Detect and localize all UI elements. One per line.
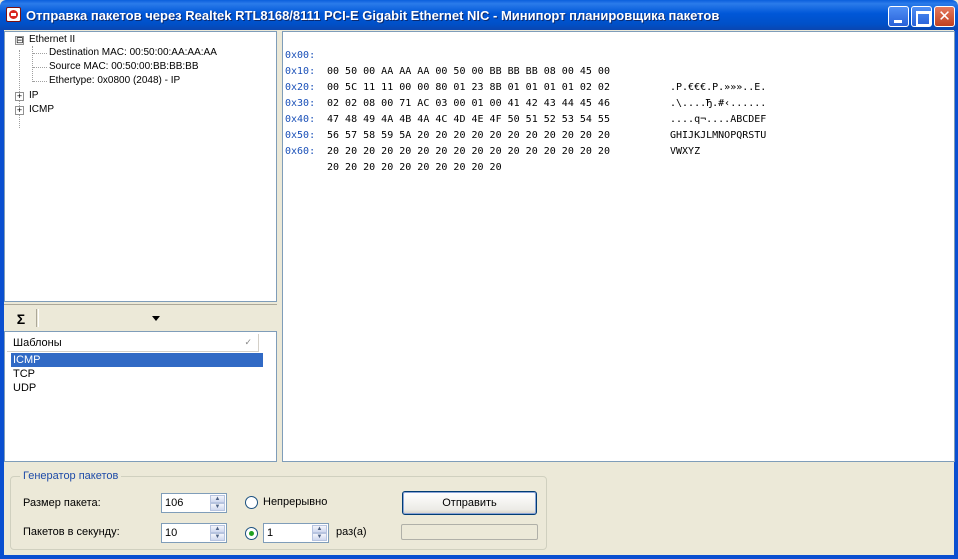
hex-row: 0x20: 02 02 08 00 71 AC 03 00 01 00 41 4…: [285, 64, 766, 125]
template-item-tcp[interactable]: TCP: [11, 367, 263, 381]
hex-ascii[interactable]: ....q¬....ABCDEF: [670, 112, 766, 128]
close-icon: ✕: [938, 8, 951, 25]
tree-connector: [19, 50, 20, 128]
tree-connector: [32, 46, 33, 82]
pps-stepper[interactable]: 10 ▲ ▼: [161, 523, 227, 543]
collapse-ethernet-icon[interactable]: ⊟: [15, 36, 24, 45]
spin-down-icon[interactable]: ▼: [312, 533, 327, 541]
count-value[interactable]: 1: [267, 527, 273, 539]
hex-row: 0x10: 00 5C 11 11 00 00 80 01 23 8B 01 0…: [285, 48, 766, 109]
chevron-down-icon[interactable]: [152, 316, 160, 321]
hex-bytes[interactable]: 02 02 08 00 71 AC 03 00 01 00 41 42 43 4…: [327, 96, 610, 112]
window-frame-bottom: [0, 555, 958, 559]
times-label: раз(а): [336, 526, 367, 538]
packet-tree[interactable]: ⊟ Ethernet II Destination MAC: 00:50:00:…: [4, 31, 277, 302]
stepper-arrows: ▲ ▼: [210, 525, 225, 541]
hex-row: 0x50: 20 20 20 20 20 20 20 20 20 20 20 2…: [285, 112, 610, 157]
templates-header-label: Шаблоны: [13, 337, 62, 349]
templates-list[interactable]: Шаблоны ✓ ICMP TCP UDP: [4, 331, 277, 462]
title-bar[interactable]: Отправка пакетов через Realtek RTL8168/8…: [0, 0, 958, 30]
tree-node-ethertype[interactable]: Ethertype: 0x0800 (2048) - IP: [49, 74, 180, 88]
tree-connector: [33, 67, 47, 68]
hex-ascii[interactable]: GHIJKJLMNOPQRSTU: [670, 128, 766, 144]
hex-ascii[interactable]: .\....Ђ.#‹......: [670, 96, 766, 112]
sigma-icon[interactable]: Σ: [12, 310, 30, 328]
hex-row: 0x00: 00 50 00 AA AA AA 00 50 00 BB BB B…: [285, 32, 766, 93]
template-item-icmp[interactable]: ICMP: [11, 353, 263, 367]
packet-size-stepper[interactable]: 106 ▲ ▼: [161, 493, 227, 513]
stepper-arrows: ▲ ▼: [312, 525, 327, 541]
spin-down-icon[interactable]: ▼: [210, 533, 225, 541]
window-title: Отправка пакетов через Realtek RTL8168/8…: [26, 8, 720, 23]
tree-node-icmp[interactable]: ICMP: [29, 103, 54, 117]
hex-bytes[interactable]: 00 50 00 AA AA AA 00 50 00 BB BB BB 08 0…: [327, 64, 610, 80]
continuous-label[interactable]: Непрерывно: [263, 496, 327, 508]
packet-size-label: Размер пакета:: [23, 497, 101, 509]
spin-up-icon[interactable]: ▲: [312, 525, 327, 533]
hex-view[interactable]: 0x00: 00 50 00 AA AA AA 00 50 00 BB BB B…: [282, 31, 955, 462]
tree-connector: [33, 53, 47, 54]
tree-node-ethernet[interactable]: Ethernet II: [29, 33, 75, 47]
count-stepper[interactable]: 1 ▲ ▼: [263, 523, 329, 543]
hex-row: 0x30: 47 48 49 4A 4B 4A 4C 4D 4E 4F 50 5…: [285, 80, 766, 141]
send-progress-bar: [401, 524, 538, 540]
spin-up-icon[interactable]: ▲: [210, 525, 225, 533]
hex-bytes[interactable]: 20 20 20 20 20 20 20 20 20 20 20 20 20 2…: [327, 144, 610, 160]
hex-ascii[interactable]: VWXYZ: [670, 144, 700, 160]
continuous-radio[interactable]: [245, 496, 258, 509]
hex-row: 0x60: 20 20 20 20 20 20 20 20 20 20: [285, 128, 502, 173]
templates-column-header[interactable]: Шаблоны ✓: [7, 334, 259, 352]
stepper-arrows: ▲ ▼: [210, 495, 225, 511]
hex-ascii[interactable]: .P.€€€.P.»»»..E.: [670, 80, 766, 96]
template-toolbar: Σ: [4, 304, 277, 330]
tree-node-ip[interactable]: IP: [29, 89, 38, 103]
send-button[interactable]: Отправить: [402, 491, 537, 515]
hex-bytes[interactable]: 00 5C 11 11 00 00 80 01 23 8B 01 01 01 0…: [327, 80, 610, 96]
pps-value[interactable]: 10: [165, 527, 177, 539]
minimize-button[interactable]: [888, 6, 909, 27]
expand-icmp-icon[interactable]: +: [15, 106, 24, 115]
packet-size-value[interactable]: 106: [165, 497, 183, 509]
close-button[interactable]: ✕: [934, 6, 955, 27]
spin-up-icon[interactable]: ▲: [210, 495, 225, 503]
tree-node-source-mac[interactable]: Source MAC: 00:50:00:BB:BB:BB: [49, 60, 199, 74]
toolbar-separator: [36, 309, 39, 327]
expand-ip-icon[interactable]: +: [15, 92, 24, 101]
hex-offset: 0x60:: [285, 146, 316, 157]
spin-down-icon[interactable]: ▼: [210, 503, 225, 511]
hex-bytes[interactable]: 47 48 49 4A 4B 4A 4C 4D 4E 4F 50 51 52 5…: [327, 112, 610, 128]
pps-label: Пакетов в секунду:: [23, 526, 120, 538]
tree-node-destination-mac[interactable]: Destination MAC: 00:50:00:AA:AA:AA: [49, 46, 217, 60]
generator-legend: Генератор пакетов: [20, 470, 122, 482]
hex-bytes[interactable]: 56 57 58 59 5A 20 20 20 20 20 20 20 20 2…: [327, 128, 610, 144]
template-item-udp[interactable]: UDP: [11, 381, 263, 395]
tree-connector: [33, 81, 47, 82]
sort-icon: ✓: [244, 337, 252, 347]
app-icon[interactable]: [6, 7, 21, 22]
count-radio[interactable]: [245, 527, 258, 540]
hex-row: 0x40: 56 57 58 59 5A 20 20 20 20 20 20 2…: [285, 96, 700, 157]
hex-bytes[interactable]: 20 20 20 20 20 20 20 20 20 20: [327, 160, 502, 176]
maximize-button[interactable]: [911, 6, 932, 27]
